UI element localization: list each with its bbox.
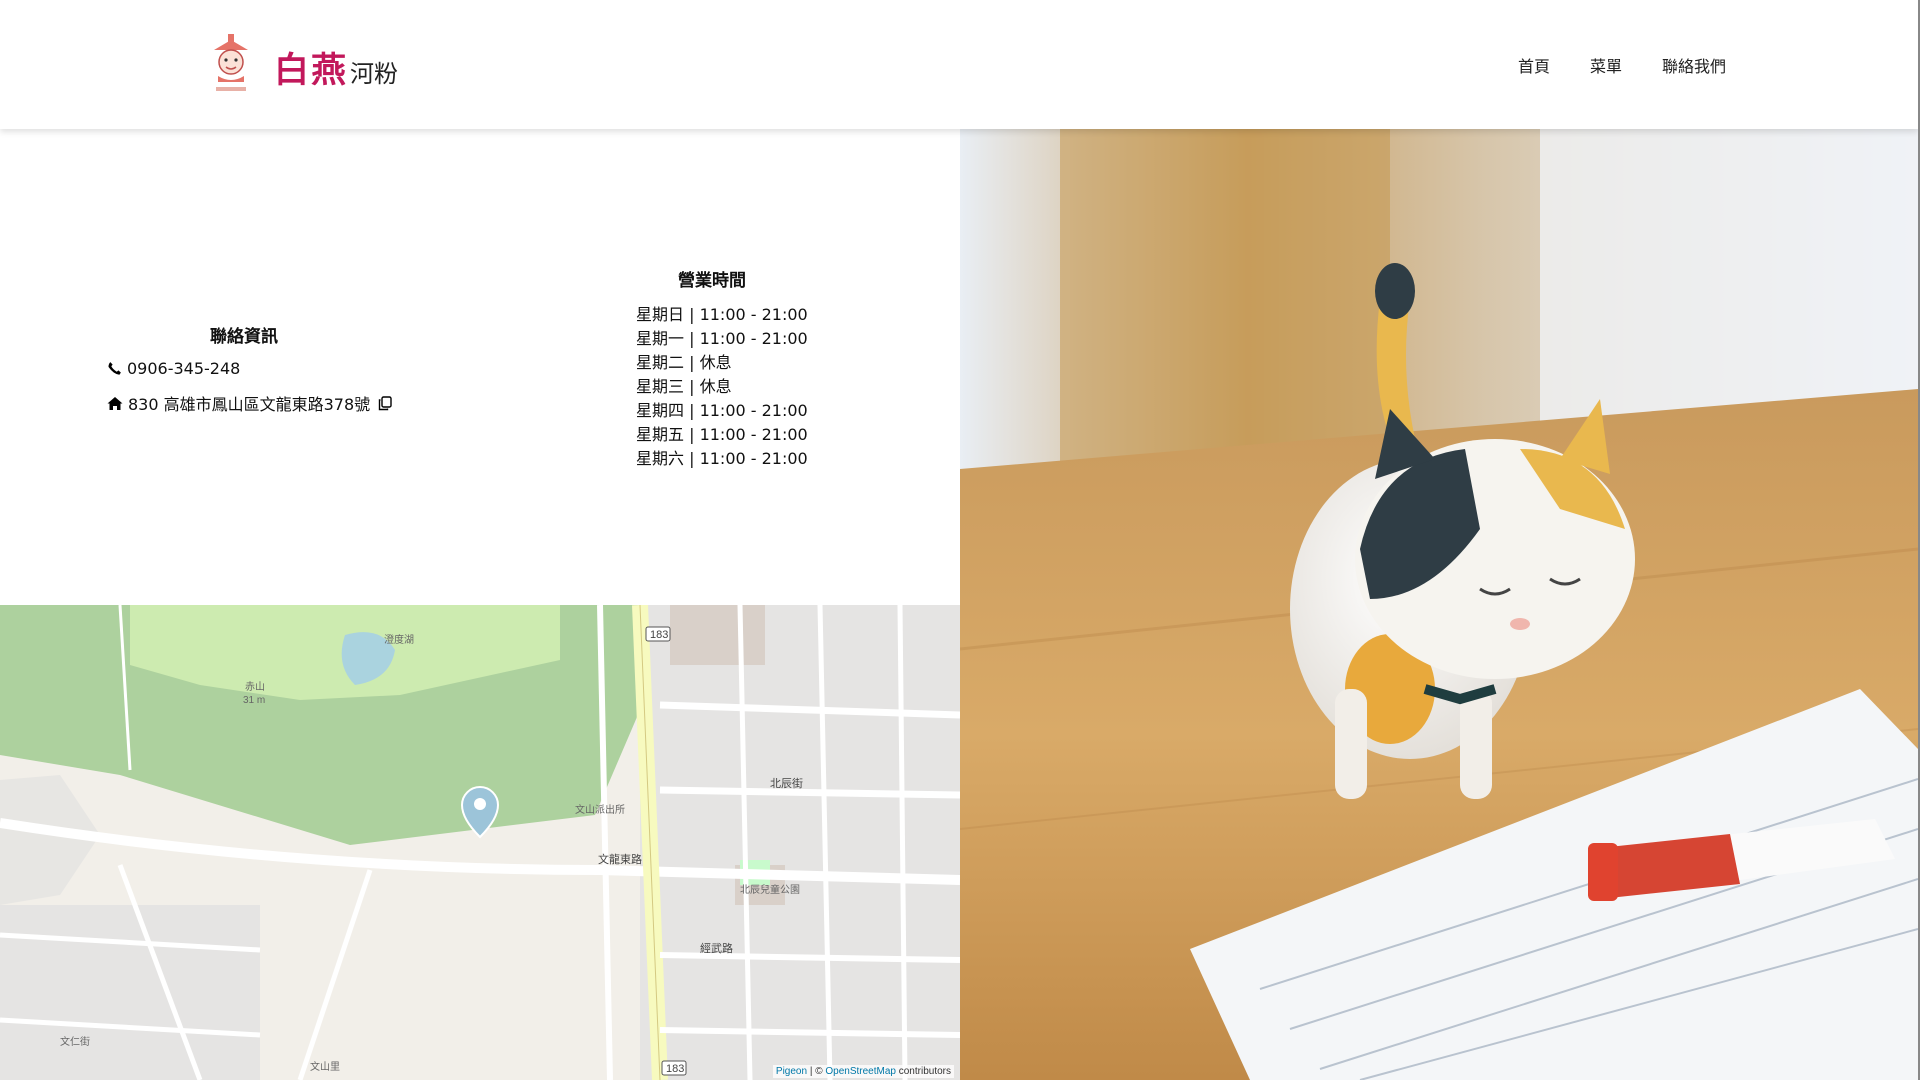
hours-title: 營業時間 [678,271,746,291]
map-hill-elev: 31 m [243,695,265,706]
map-attribution: Pigeon | © OpenStreetMap contributors [772,1065,954,1078]
hero-image [960,129,1918,1080]
map-route-label-top: 183 [650,629,668,641]
contact-phone-row[interactable]: 0906-345-248 [107,359,240,378]
hours-saturday: 星期六 | 11:00 - 21:00 [636,449,808,468]
pigeon-link[interactable]: Pigeon [776,1066,807,1077]
map-route-label-bottom: 183 [666,1063,684,1075]
attribution-suffix: contributors [895,1066,951,1077]
hours-wednesday: 星期三 | 休息 [636,377,732,396]
hours-thursday: 星期四 | 11:00 - 21:00 [636,401,808,420]
hours-tuesday: 星期二 | 休息 [636,353,732,372]
hours-friday: 星期五 | 11:00 - 21:00 [636,425,808,444]
location-map[interactable]: 183 183 澄度湖 赤山 31 m 文龍東路 經武路 北辰街 北辰兒童公園 … [0,605,960,1080]
contact-title: 聯絡資訊 [210,327,278,347]
nav-home[interactable]: 首頁 [1518,53,1550,77]
map-hill-label: 赤山 [245,681,265,693]
cat-figurine-photo [960,129,1918,1080]
osm-link[interactable]: OpenStreetMap [825,1066,896,1077]
phone-icon [108,362,121,375]
contact-address-row: 830 高雄市鳳山區文龍東路378號 [107,391,392,415]
map-tiles[interactable]: 183 183 澄度湖 赤山 31 m 文龍東路 經武路 北辰街 北辰兒童公園 … [0,605,960,1080]
map-road-wenlong: 文龍東路 [598,852,642,866]
contact-section: 聯絡資訊 0906-345-248 830 高雄市鳳山區文龍東路378號 營業時… [0,129,960,605]
contact-address: 830 高雄市鳳山區文龍東路378號 [128,395,371,414]
map-pond-label: 澄度湖 [384,633,414,646]
map-police-label: 文山派出所 [575,803,625,816]
main-nav: 首頁 菜單 聯絡我們 [0,53,1918,77]
home-icon [107,396,123,410]
nav-menu[interactable]: 菜單 [1590,53,1622,77]
hours-monday: 星期一 | 11:00 - 21:00 [636,329,808,348]
opening-hours-list: 星期日 | 11:00 - 21:00 星期一 | 11:00 - 21:00 … [636,303,808,471]
hours-sunday: 星期日 | 11:00 - 21:00 [636,305,808,324]
map-road-beichen: 北辰街 [770,776,803,790]
map-road-wenren: 文仁街 [60,1035,90,1048]
map-road-jingwu: 經武路 [700,941,733,955]
site-header: 白燕 河粉 首頁 菜單 聯絡我們 [0,0,1918,129]
contact-phone: 0906-345-248 [127,359,241,378]
attribution-separator: | © [807,1066,826,1077]
copy-icon[interactable] [378,395,392,411]
nav-contact[interactable]: 聯絡我們 [1662,53,1726,77]
map-park-label: 北辰兒童公園 [740,883,800,896]
map-area-wenshan: 文山里 [310,1060,340,1073]
